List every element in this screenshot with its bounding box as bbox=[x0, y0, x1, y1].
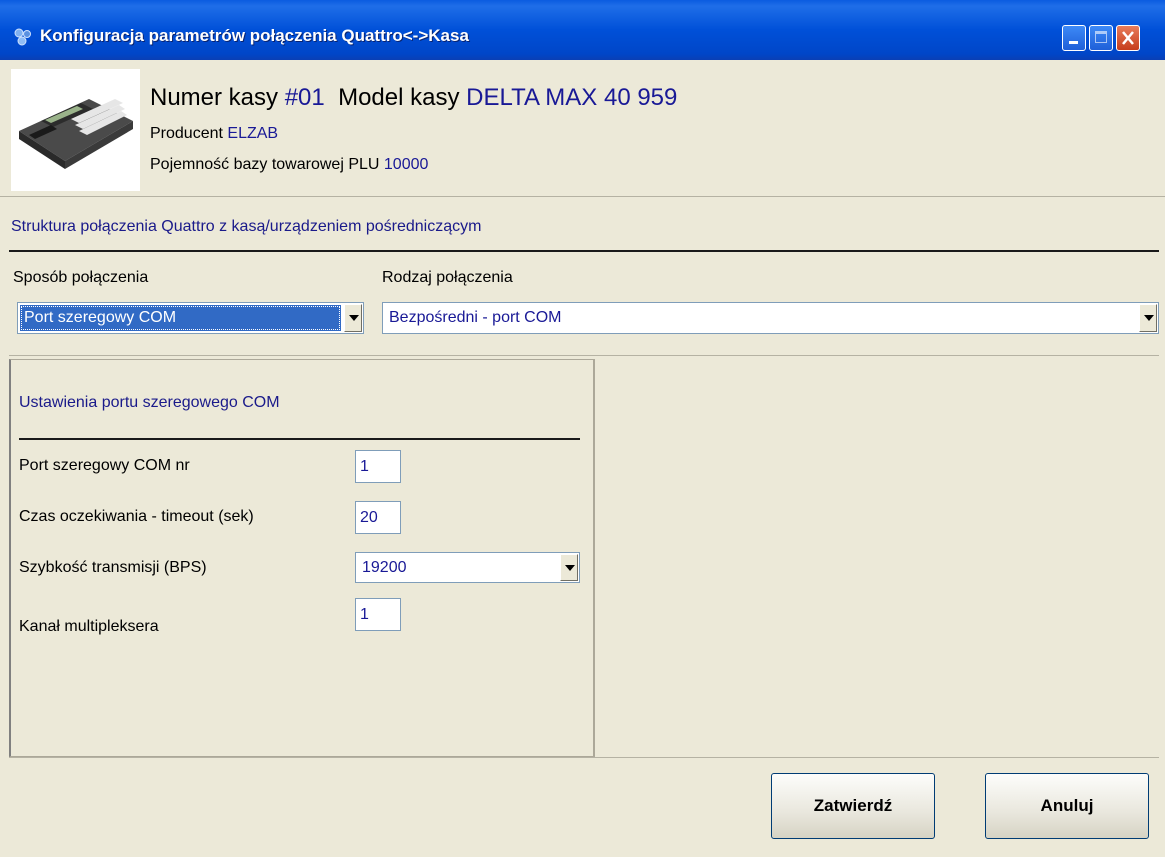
title-bar[interactable]: Konfiguracja parametrów połączenia Quatt… bbox=[0, 0, 1165, 60]
speed-label: Szybkość transmisji (BPS) bbox=[19, 559, 207, 576]
sposob-polaczenia-combo[interactable]: Port szeregowy COM bbox=[17, 302, 364, 334]
port-com-label: Port szeregowy COM nr bbox=[19, 457, 190, 474]
com-settings-heading: Ustawienia portu szeregowego COM bbox=[19, 394, 280, 411]
window-title: Konfiguracja parametrów połączenia Quatt… bbox=[40, 26, 469, 45]
minimize-icon bbox=[1069, 41, 1078, 44]
timeout-input[interactable]: 20 bbox=[355, 501, 401, 534]
com-settings-rule bbox=[19, 438, 580, 440]
window-body: Numer kasy #01 Model kasy DELTA MAX 40 9… bbox=[0, 60, 1165, 857]
sposob-polaczenia-label: Sposób połączenia bbox=[13, 269, 149, 286]
footer-divider bbox=[9, 757, 1159, 758]
minimize-button[interactable] bbox=[1062, 25, 1086, 51]
port-com-input[interactable]: 1 bbox=[355, 450, 401, 483]
structure-heading-rule bbox=[9, 250, 1159, 252]
multiplexer-channel-input[interactable]: 1 bbox=[355, 598, 401, 631]
plu-value: 10000 bbox=[383, 156, 429, 173]
sposob-polaczenia-value: Port szeregowy COM bbox=[20, 305, 341, 331]
speed-combo[interactable]: 19200 bbox=[355, 552, 580, 583]
close-button[interactable] bbox=[1116, 25, 1140, 51]
device-line-number-model: Numer kasy #01 Model kasy DELTA MAX 40 9… bbox=[150, 84, 677, 112]
numer-kasy-label: Numer kasy bbox=[150, 84, 279, 111]
header-divider bbox=[0, 196, 1165, 197]
chevron-down-icon[interactable] bbox=[560, 554, 578, 581]
cash-register-image bbox=[11, 69, 140, 191]
structure-divider bbox=[9, 355, 1159, 356]
rodzaj-polaczenia-combo[interactable]: Bezpośredni - port COM bbox=[382, 302, 1159, 334]
device-line-plu: Pojemność bazy towarowej PLU 10000 bbox=[150, 156, 428, 174]
rodzaj-polaczenia-label: Rodzaj połączenia bbox=[382, 269, 513, 286]
producent-label: Producent bbox=[150, 125, 223, 142]
rodzaj-polaczenia-value: Bezpośredni - port COM bbox=[389, 309, 562, 326]
timeout-label: Czas oczekiwania - timeout (sek) bbox=[19, 508, 254, 525]
model-kasy-label: Model kasy bbox=[338, 84, 460, 111]
numer-kasy-value: #01 bbox=[284, 84, 325, 111]
chevron-down-icon[interactable] bbox=[344, 304, 362, 332]
producent-value: ELZAB bbox=[227, 125, 279, 142]
chevron-down-icon[interactable] bbox=[1139, 304, 1157, 332]
cancel-button[interactable]: Anuluj bbox=[985, 773, 1149, 839]
maximize-button[interactable] bbox=[1089, 25, 1113, 51]
close-icon bbox=[1122, 31, 1134, 45]
confirm-button[interactable]: Zatwierdź bbox=[771, 773, 935, 839]
app-gears-icon bbox=[14, 28, 32, 46]
panel-divider bbox=[594, 359, 595, 757]
multiplexer-channel-label: Kanał multipleksera bbox=[19, 618, 159, 635]
structure-heading: Struktura połączenia Quattro z kasą/urzą… bbox=[11, 218, 482, 235]
model-kasy-value: DELTA MAX 40 959 bbox=[466, 84, 678, 111]
speed-value: 19200 bbox=[362, 559, 407, 576]
maximize-icon bbox=[1095, 31, 1107, 43]
device-line-producent: Producent ELZAB bbox=[150, 125, 278, 143]
plu-label: Pojemność bazy towarowej PLU bbox=[150, 156, 380, 173]
